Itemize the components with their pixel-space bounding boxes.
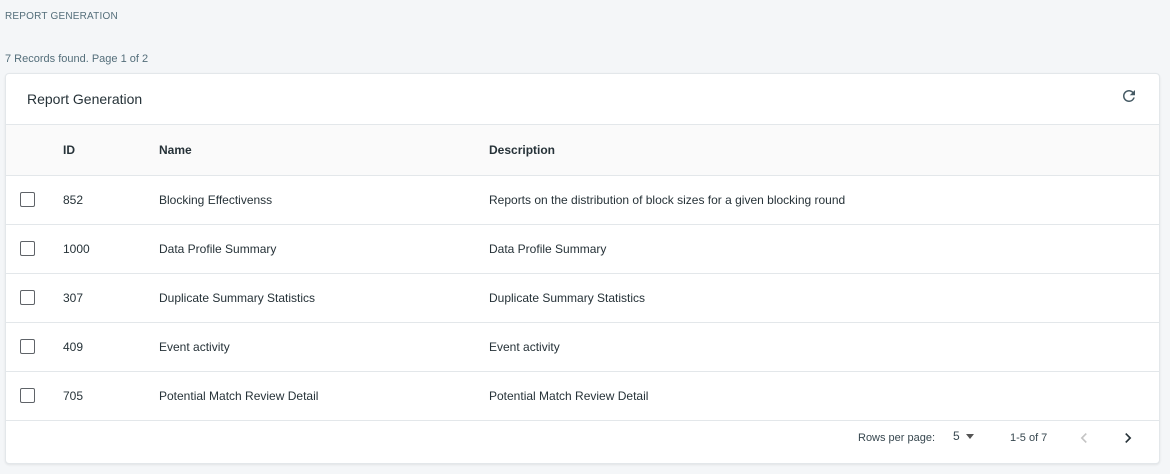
table-row[interactable]: 705 Potential Match Review Detail Potent… [6,372,1159,421]
row-description: Event activity [489,340,560,354]
caret-down-icon [965,433,974,439]
row-id: 409 [63,340,84,354]
chevron-left-icon [1080,433,1087,443]
refresh-button[interactable] [1119,86,1139,106]
row-checkbox[interactable] [20,241,35,256]
row-description: Duplicate Summary Statistics [489,291,646,305]
row-description: Potential Match Review Detail [489,389,649,403]
previous-page-button[interactable] [1074,428,1094,448]
refresh-icon [1123,90,1135,102]
row-checkbox[interactable] [20,290,35,305]
row-checkbox[interactable] [20,388,35,403]
pagination-bar: Rows per page: 5 1-5 of 7 [6,415,1159,463]
column-header-description[interactable]: Description [489,125,555,175]
table-header-row: ID Name Description [6,125,1159,176]
table-row[interactable]: 409 Event activity Event activity [6,323,1159,372]
records-status: 7 Records found. Page 1 of 2 [5,53,149,65]
card-title: Report Generation [27,91,143,107]
table-row[interactable]: 852 Blocking Effectivenss Reports on the… [6,176,1159,225]
row-id: 852 [63,193,84,207]
row-id: 705 [63,389,84,403]
row-checkbox[interactable] [20,339,35,354]
card-header: Report Generation [6,74,1159,125]
row-id: 1000 [63,242,90,256]
next-page-button[interactable] [1118,428,1138,448]
table-body: 852 Blocking Effectivenss Reports on the… [6,176,1159,421]
rows-per-page-select[interactable]: 5 [953,429,974,443]
pagination-range: 1-5 of 7 [1010,432,1048,444]
row-description: Reports on the distribution of block siz… [489,193,846,207]
row-name: Duplicate Summary Statistics [159,291,316,305]
row-name: Event activity [159,340,230,354]
row-checkbox[interactable] [20,192,35,207]
page-heading: REPORT GENERATION [5,11,118,22]
column-header-id[interactable]: ID [63,125,75,175]
report-card: Report Generation ID Name Description 85… [5,73,1160,464]
row-name: Blocking Effectivenss [159,193,273,207]
chevron-right-icon [1125,433,1132,443]
row-id: 307 [63,291,84,305]
row-description: Data Profile Summary [489,242,607,256]
column-header-name[interactable]: Name [159,125,192,175]
table-row[interactable]: 307 Duplicate Summary Statistics Duplica… [6,274,1159,323]
rows-per-page-label: Rows per page: [858,432,936,444]
row-name: Potential Match Review Detail [159,389,319,403]
table-row[interactable]: 1000 Data Profile Summary Data Profile S… [6,225,1159,274]
row-name: Data Profile Summary [159,242,277,256]
rows-per-page-value: 5 [953,429,960,443]
